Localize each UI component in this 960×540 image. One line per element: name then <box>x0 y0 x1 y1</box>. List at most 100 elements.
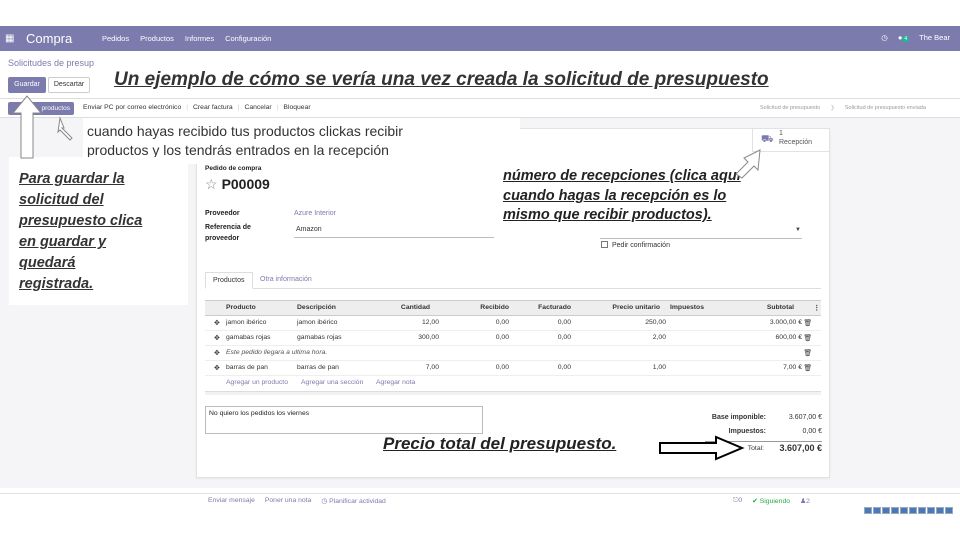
trash-icon[interactable]: 🗑 <box>803 364 812 372</box>
main-menu: Pedidos Productos Informes Configuración <box>102 34 271 43</box>
annotation-save-line: quedará <box>19 255 76 271</box>
tray-icon[interactable] <box>918 507 926 514</box>
schedule-activity-label: Planificar actividad <box>329 498 386 505</box>
tray-icon[interactable] <box>882 507 890 514</box>
menu-item-productos[interactable]: Productos <box>140 34 174 43</box>
cell-unit-price: 2,00 <box>652 334 666 341</box>
col-description[interactable]: Descripción <box>297 304 336 311</box>
app-name[interactable]: Compra <box>26 31 72 46</box>
col-unit-price[interactable]: Precio unitario <box>612 304 660 311</box>
status-rfq-sent[interactable]: Solicitud de presupuesto enviada <box>835 102 936 114</box>
cell-subtotal: 3.000,00 € <box>769 319 802 326</box>
annotation-save-line: presupuesto clica <box>19 213 143 229</box>
col-quantity[interactable]: Cantidad <box>401 304 430 311</box>
date-select-field[interactable]: ▼ <box>600 225 802 239</box>
company-name[interactable]: The Bear <box>919 33 950 42</box>
discard-button[interactable]: Descartar <box>48 77 90 93</box>
system-tray-icons <box>864 507 960 515</box>
receive-products-button[interactable]: productos <box>8 102 74 115</box>
apps-menu-icon[interactable]: ▦ <box>5 33 14 44</box>
tray-icon[interactable] <box>927 507 935 514</box>
top-navbar: ▦ Compra Pedidos Productos Informes Conf… <box>0 26 960 51</box>
tab-other-info[interactable]: Otra información <box>253 272 319 289</box>
menu-item-pedidos[interactable]: Pedidos <box>102 34 129 43</box>
column-options-icon[interactable]: ⋮ <box>813 304 820 312</box>
caret-down-icon: ▼ <box>795 227 801 233</box>
send-message-button[interactable]: Enviar mensaje <box>208 497 255 505</box>
checkbox-box[interactable] <box>601 241 608 248</box>
attachments-button[interactable]: ⎋0 <box>733 497 742 505</box>
order-lines-table: Producto Descripción Cantidad Recibido F… <box>205 300 821 395</box>
tray-icon[interactable] <box>945 507 953 514</box>
followers-button[interactable]: ♟2 <box>800 497 810 505</box>
create-invoice-button[interactable]: Crear factura <box>193 104 233 111</box>
menu-item-informes[interactable]: Informes <box>185 34 214 43</box>
col-product[interactable]: Producto <box>226 304 256 311</box>
add-note-link[interactable]: Agregar nota <box>376 379 415 386</box>
status-rfq[interactable]: Solicitud de presupuesto <box>750 102 830 114</box>
add-line-row: Agregar un producto Agregar una sección … <box>205 376 821 391</box>
add-section-link[interactable]: Agregar una sección <box>301 379 363 386</box>
tray-icon[interactable] <box>891 507 899 514</box>
tray-icon[interactable] <box>936 507 944 514</box>
cancel-button[interactable]: Cancelar <box>244 104 271 111</box>
star-icon[interactable]: ☆ <box>205 176 218 192</box>
tab-products[interactable]: Productos <box>205 272 253 289</box>
send-po-email-button[interactable]: Enviar PC por correo electrónico <box>83 104 181 111</box>
tray-icon[interactable] <box>873 507 881 514</box>
drag-handle-icon[interactable]: ✥ <box>214 334 220 342</box>
check-icon: ✔ <box>752 498 758 505</box>
vendor-ref-label-line2: proveedor <box>205 235 240 242</box>
table-row[interactable]: ✥ gamabas rojas gamabas rojas 300,00 0,0… <box>205 331 821 346</box>
table-row[interactable]: ✥ barras de pan barras de pan 7,00 0,00 … <box>205 361 821 376</box>
receptions-label: Recepción <box>779 139 813 146</box>
table-row[interactable]: ✥ jamon ibérico jamon ibérico 12,00 0,00… <box>205 316 821 331</box>
menu-item-configuracion[interactable]: Configuración <box>225 34 271 43</box>
order-number: P00009 <box>221 176 270 192</box>
receptions-smart-button[interactable]: ⛟ 1 Recepción <box>752 128 830 152</box>
notebook-tabs: Productos Otra información <box>205 272 821 289</box>
cell-description: barras de pan <box>297 364 339 371</box>
total-amount: 3.607,00 € <box>779 443 822 453</box>
cell-note: Este pedido llegara a ultima hora. <box>226 349 328 356</box>
chat-count-badge: 4 <box>902 36 910 42</box>
clock-icon[interactable]: ◷ <box>881 33 888 42</box>
table-note-row[interactable]: ✥ Este pedido llegara a ultima hora. 🗑 <box>205 346 821 361</box>
clock-icon: ◷ <box>321 498 328 505</box>
col-taxes[interactable]: Impuestos <box>670 304 704 311</box>
tray-icon[interactable] <box>864 507 872 514</box>
drag-handle-icon[interactable]: ✥ <box>214 349 220 357</box>
save-button[interactable]: Guardar <box>8 77 46 93</box>
action-bar: productos Enviar PC por correo electróni… <box>0 98 960 118</box>
cell-received: 0,00 <box>495 319 509 326</box>
trash-icon[interactable]: 🗑 <box>803 319 812 327</box>
lock-button[interactable]: Bloquear <box>283 104 310 111</box>
following-button[interactable]: ✔ Siguiendo <box>752 497 790 505</box>
chatter-bar: Enviar mensaje Poner una nota ◷ Planific… <box>0 493 960 507</box>
drag-handle-icon[interactable]: ✥ <box>214 319 220 327</box>
schedule-activity-button[interactable]: ◷ Planificar actividad <box>321 497 386 505</box>
vendor-ref-field[interactable]: Amazon <box>296 226 322 233</box>
taxes-label: Impuestos: <box>728 428 766 435</box>
drag-handle-icon[interactable]: ✥ <box>214 364 220 372</box>
vendor-field[interactable]: Azure Interior <box>294 210 336 217</box>
chat-icon[interactable]: ● 4 <box>898 33 910 42</box>
totals-divider <box>705 441 822 442</box>
trash-icon[interactable]: 🗑 <box>803 334 812 342</box>
col-received[interactable]: Recibido <box>480 304 509 311</box>
breadcrumb[interactable]: Solicitudes de presup <box>8 58 94 68</box>
status-bar: Solicitud de presupuesto ❯ Solicitud de … <box>750 102 936 114</box>
col-subtotal[interactable]: Subtotal <box>767 304 794 311</box>
confirmation-checkbox[interactable]: Pedir confirmación <box>601 241 670 249</box>
log-note-button[interactable]: Poner una nota <box>265 497 311 505</box>
annotation-save-line: Para guardar la <box>19 171 125 187</box>
order-name: ☆ P00009 <box>205 176 270 193</box>
tray-icon[interactable] <box>909 507 917 514</box>
table-header: Producto Descripción Cantidad Recibido F… <box>205 300 821 316</box>
add-product-link[interactable]: Agregar un producto <box>226 379 288 386</box>
tray-icon[interactable] <box>900 507 908 514</box>
notes-textarea[interactable]: No quiero los pedidos los viernes <box>205 406 483 434</box>
screenshot-stage: ▦ Compra Pedidos Productos Informes Conf… <box>0 0 960 540</box>
col-invoiced[interactable]: Facturado <box>538 304 571 311</box>
trash-icon[interactable]: 🗑 <box>803 349 812 357</box>
